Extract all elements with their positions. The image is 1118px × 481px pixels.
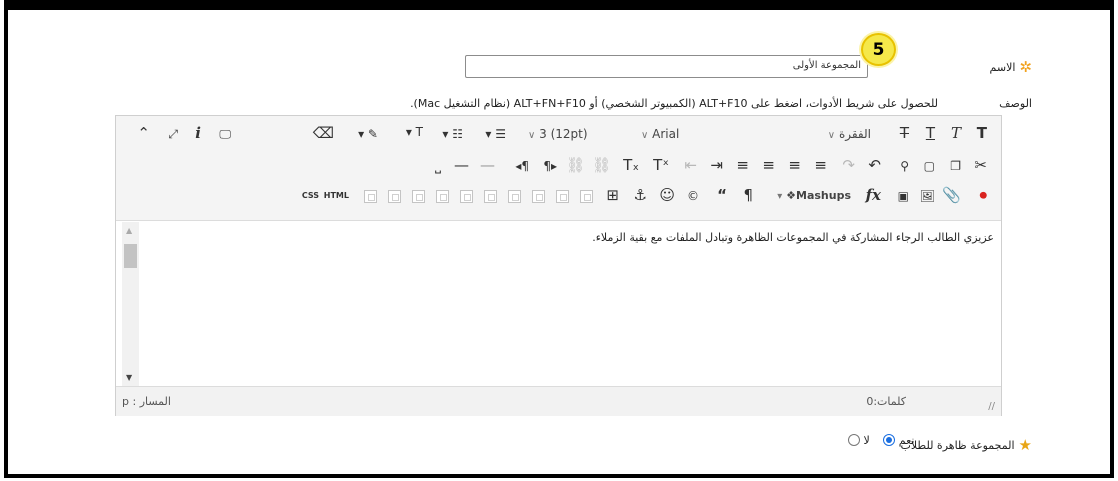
quote-icon[interactable]: “	[717, 188, 727, 203]
mashups-icon[interactable]: ▾ ❖Mashups	[777, 186, 851, 206]
insert-col-after-icon[interactable]	[436, 190, 449, 203]
unlink-icon[interactable]: ⛓	[566, 158, 585, 173]
visibility-radio-group: نعم لا	[838, 434, 914, 447]
editor-statusbar: p : المسار كلمات:0 //	[116, 386, 1001, 416]
indent-icon[interactable]: ⇥	[710, 158, 723, 173]
insert-row-before-icon[interactable]	[532, 190, 545, 203]
editor-scrollbar[interactable]: ▲ ▼	[122, 222, 139, 386]
preview-icon[interactable]: 🖵	[219, 128, 231, 140]
subscript-icon[interactable]: Tₓ	[623, 158, 639, 173]
rich-text-editor: T T T T الفقرة ∨ ∨ Arial ∨ 3 (12pt) ▾ ☰ …	[115, 115, 1002, 416]
outdent-icon[interactable]: ⇤	[684, 158, 697, 173]
split-cells-icon[interactable]	[388, 190, 401, 203]
rtl-icon[interactable]: ◂¶	[515, 160, 529, 172]
underline-icon[interactable]: T	[926, 126, 935, 141]
toolbar-access-hint: للحصول على شريط الأدوات، اضغط على ALT+F1…	[410, 97, 938, 110]
cut-icon[interactable]: ✂	[974, 158, 987, 173]
link-icon[interactable]: ⛓	[592, 158, 611, 173]
fullscreen-icon[interactable]: ⤢	[168, 128, 178, 140]
redo-icon[interactable]: ↷	[842, 158, 855, 173]
undo-icon[interactable]: ↶	[868, 158, 881, 173]
insert-row-after-icon[interactable]	[508, 190, 521, 203]
anchor-icon[interactable]: ⚓	[634, 188, 647, 203]
info-icon[interactable]: i	[195, 126, 201, 141]
pilcrow-icon[interactable]: ¶	[743, 188, 753, 203]
group-name-input[interactable]: المجموعة الأولى	[465, 55, 868, 78]
emoticon-icon[interactable]: ☺	[659, 188, 675, 203]
bullet-list-icon[interactable]: ▾ ☰	[485, 128, 506, 140]
visible-no-option[interactable]: لا	[848, 434, 870, 447]
word-count: كلمات:0	[866, 395, 906, 408]
align-center-icon[interactable]: ≡	[762, 158, 775, 173]
table-row-props-icon[interactable]	[580, 190, 593, 203]
bold-icon[interactable]: T	[977, 126, 987, 141]
nonbreaking-space-icon[interactable]: ⎵	[435, 158, 441, 173]
paste-icon[interactable]: ▢	[924, 160, 935, 172]
name-label: ✲الاسم	[989, 58, 1032, 76]
eraser-icon[interactable]: ⌫	[313, 126, 334, 141]
insert-col-before-icon[interactable]	[460, 190, 473, 203]
html-icon[interactable]: HTML	[324, 192, 349, 200]
editor-toolbar: T T T T الفقرة ∨ ∨ Arial ∨ 3 (12pt) ▾ ☰ …	[116, 116, 1001, 221]
radio-yes[interactable]	[883, 434, 896, 446]
attach-icon[interactable]: 📎	[942, 188, 961, 203]
image-icon[interactable]: 🖼	[920, 190, 935, 202]
css-icon[interactable]: CSS	[302, 192, 319, 200]
font-dropdown[interactable]: ∨ Arial	[641, 124, 751, 144]
page-frame: ✲الاسم المجموعة الأولى 5 الوصف للحصول عل…	[4, 4, 1114, 478]
media-icon[interactable]: ▣	[898, 190, 909, 202]
text-color-icon[interactable]: ▾ T	[406, 126, 423, 138]
highlight-icon[interactable]: ▾ ✎	[358, 128, 378, 140]
delete-row-icon[interactable]	[484, 190, 497, 203]
resize-handle-icon[interactable]: //	[988, 401, 995, 412]
paragraph-dropdown[interactable]: الفقرة ∨	[771, 124, 871, 144]
description-label: الوصف	[999, 97, 1032, 110]
copyright-icon[interactable]: ©	[687, 190, 699, 202]
merge-cells-icon[interactable]	[364, 190, 377, 203]
align-right-icon[interactable]: ≡	[736, 158, 749, 173]
table-cell-props-icon[interactable]	[556, 190, 569, 203]
required-star-icon: ★	[1018, 436, 1032, 454]
italic-icon[interactable]: T	[951, 126, 961, 141]
scroll-up-icon[interactable]: ▲	[126, 226, 132, 235]
youtube-icon[interactable]: ⏺	[979, 188, 987, 203]
horizontal-rule-icon[interactable]: —	[454, 158, 469, 173]
align-left-icon[interactable]: ≡	[788, 158, 801, 173]
ltr-icon[interactable]: ¶▸	[543, 160, 557, 172]
math-icon[interactable]: fx	[866, 188, 881, 203]
strikethrough-icon[interactable]: T	[900, 126, 909, 141]
required-star-icon: ✲	[1019, 58, 1032, 76]
editor-content[interactable]: عزيزي الطالب الرجاء المشاركة في المجموعا…	[140, 222, 1000, 386]
delete-col-icon[interactable]	[412, 190, 425, 203]
collapse-icon[interactable]: ⌃	[137, 126, 150, 141]
visible-to-students-label: ★المجموعة ظاهرة للطلاب	[900, 436, 1033, 454]
step-callout-badge: 5	[861, 33, 896, 66]
justify-icon[interactable]: ≡	[814, 158, 827, 173]
hr-icon[interactable]: —	[480, 158, 495, 173]
table-icon[interactable]: ⊞	[606, 188, 619, 203]
copy-icon[interactable]: ❐	[950, 160, 961, 172]
size-dropdown[interactable]: ∨ 3 (12pt)	[528, 124, 628, 144]
radio-no[interactable]	[848, 434, 860, 446]
numbered-list-icon[interactable]: ▾ ☷	[442, 128, 463, 140]
find-icon[interactable]: ⚲	[900, 160, 909, 172]
scroll-thumb[interactable]	[124, 244, 137, 268]
superscript-icon[interactable]: Tˣ	[653, 158, 669, 173]
element-path: p : المسار	[122, 395, 171, 408]
scroll-down-icon[interactable]: ▼	[126, 373, 132, 382]
visible-yes-option[interactable]: نعم	[883, 434, 914, 447]
